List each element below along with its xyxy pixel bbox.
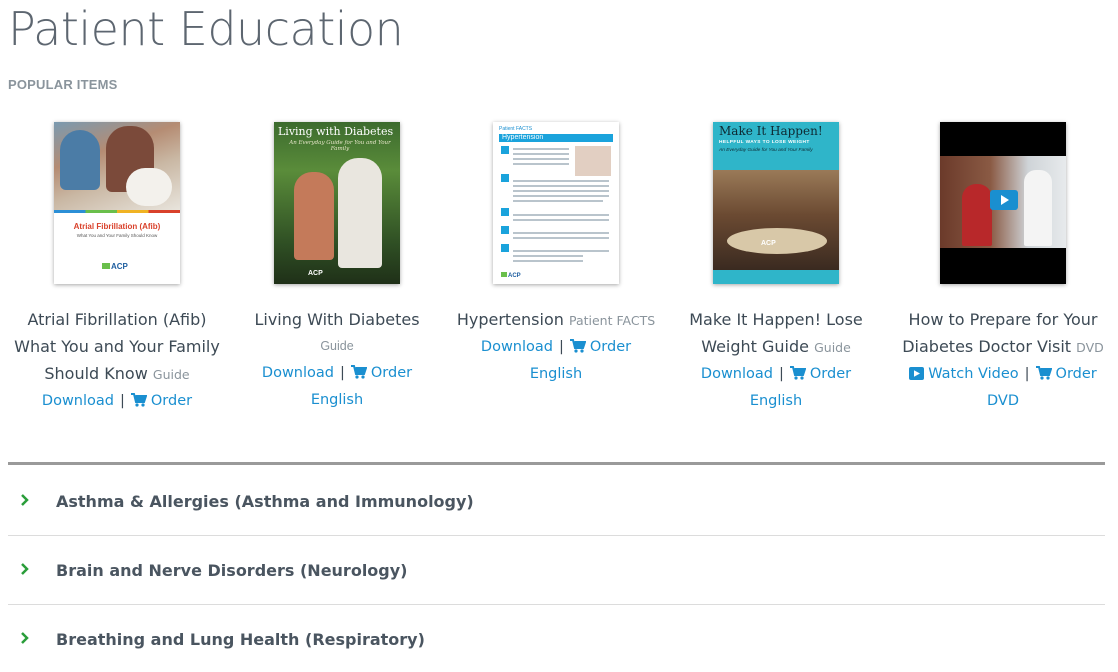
hypertension-facts-cover[interactable]: Patient FACTS Hypertension ACP	[493, 122, 619, 284]
page-title: Patient Education	[8, 2, 404, 56]
afib-cover-color-bar	[54, 210, 180, 213]
accordion-label: Breathing and Lung Health (Respiratory)	[56, 630, 425, 649]
cart-icon	[130, 393, 147, 407]
link-separator: |	[119, 393, 125, 409]
item-title: Hypertension Patient FACTS	[446, 306, 666, 334]
item-title-text[interactable]: Living With Diabetes	[254, 310, 419, 329]
order-link[interactable]: Order	[789, 366, 852, 382]
diabetes-cover-heading: Living with Diabetes	[278, 125, 394, 138]
item-title: Atrial Fibrillation (Afib) What You and …	[7, 306, 227, 388]
accordion-item-brain-nerve[interactable]: Brain and Nerve Disorders (Neurology)	[8, 536, 1105, 605]
popular-item-diabetes-doctor-visit: How to Prepare for Your Diabetes Doctor …	[893, 118, 1113, 415]
link-separator: |	[339, 365, 345, 381]
chevron-right-icon	[21, 632, 29, 644]
format-link[interactable]: DVD	[893, 388, 1113, 415]
diabetes-cover-subheading: An Everyday Guide for You and Your Famil…	[289, 140, 391, 152]
afib-guide-cover[interactable]: Atrial Fibrillation (Afib) What You and …	[54, 122, 180, 284]
family-dinner-photo	[713, 170, 839, 270]
hypertension-cover-title-bar: Hypertension	[499, 134, 613, 142]
order-link[interactable]: Order	[350, 365, 413, 381]
order-link[interactable]: Order	[1035, 366, 1097, 382]
chevron-right-icon	[21, 563, 29, 575]
link-separator: |	[778, 366, 784, 382]
link-separator: |	[1024, 366, 1030, 382]
language-link[interactable]: English	[446, 361, 666, 388]
make-it-happen-cover-subheading: HELPFUL WAYS TO LOSE WEIGHT	[719, 140, 810, 145]
item-type: DVD	[1076, 340, 1104, 355]
order-link-label: Order	[1055, 366, 1097, 382]
popular-item-living-with-diabetes: Living with Diabetes An Everyday Guide f…	[227, 118, 447, 414]
language-link[interactable]: English	[227, 387, 447, 414]
item-title-text[interactable]: Hypertension	[457, 310, 564, 329]
item-links: Download | Order	[666, 361, 886, 388]
order-link-label: Order	[589, 339, 632, 355]
make-it-happen-cover-heading: Make It Happen!	[719, 124, 823, 138]
item-title: Living With Diabetes	[227, 306, 447, 333]
watch-video-link[interactable]: Watch Video	[909, 366, 1019, 382]
item-type: Patient FACTS	[568, 313, 656, 328]
order-link[interactable]: Order	[130, 393, 193, 409]
download-link[interactable]: Download	[481, 339, 553, 355]
afib-cover-photo	[54, 122, 180, 210]
popular-item-afib: Atrial Fibrillation (Afib) What You and …	[7, 118, 227, 415]
watch-video-label: Watch Video	[928, 366, 1019, 382]
order-link-label: Order	[150, 393, 193, 409]
hypertension-cover-kicker: Patient FACTS	[499, 126, 533, 132]
popular-items-label: POPULAR ITEMS	[8, 77, 118, 92]
accordion-label: Brain and Nerve Disorders (Neurology)	[56, 561, 408, 580]
cart-icon	[350, 365, 367, 379]
video-play-icon	[909, 367, 925, 380]
item-title-text[interactable]: How to Prepare for Your Diabetes Doctor …	[902, 310, 1097, 356]
item-type: Guide	[152, 367, 190, 382]
item-links: Download | Order	[7, 388, 227, 415]
cart-icon	[1035, 366, 1052, 380]
item-type: Guide	[814, 340, 851, 355]
order-link-label: Order	[370, 365, 413, 381]
popular-items-list: Atrial Fibrillation (Afib) What You and …	[0, 118, 1118, 418]
video-thumbnail[interactable]	[940, 122, 1066, 284]
item-type: Guide	[320, 339, 354, 353]
popular-item-make-it-happen: Make It Happen! HELPFUL WAYS TO LOSE WEI…	[666, 118, 886, 415]
download-link[interactable]: Download	[701, 366, 773, 382]
afib-cover-heading: Atrial Fibrillation (Afib)	[73, 222, 161, 231]
order-link-label: Order	[809, 366, 852, 382]
accordion-item-breathing-lung[interactable]: Breathing and Lung Health (Respiratory)	[8, 605, 1105, 672]
popular-item-hypertension: Patient FACTS Hypertension ACP Hypertens…	[446, 118, 666, 388]
make-it-happen-guide-cover[interactable]: Make It Happen! HELPFUL WAYS TO LOSE WEI…	[713, 122, 839, 284]
item-links: Download | Order	[227, 360, 447, 387]
accordion-item-asthma-allergies[interactable]: Asthma & Allergies (Asthma and Immunolog…	[8, 467, 1105, 536]
item-links: Download | Order	[446, 334, 666, 361]
order-link[interactable]: Order	[569, 339, 632, 355]
section-divider	[8, 462, 1105, 465]
cart-icon	[789, 366, 806, 380]
blood-pressure-photo	[575, 146, 611, 176]
item-title: How to Prepare for Your Diabetes Doctor …	[893, 306, 1113, 361]
link-separator: |	[558, 339, 564, 355]
acp-logo: ACP	[761, 240, 776, 247]
diabetes-guide-cover[interactable]: Living with Diabetes An Everyday Guide f…	[274, 122, 400, 284]
item-links: Watch Video | Order	[893, 361, 1113, 388]
cart-icon	[569, 339, 586, 353]
make-it-happen-cover-tagline: An Everyday Guide for You and Your Famil…	[719, 148, 813, 153]
afib-cover-subheading: What You and Your Family Should Know	[76, 233, 158, 238]
accordion-label: Asthma & Allergies (Asthma and Immunolog…	[56, 492, 474, 511]
download-link[interactable]: Download	[262, 365, 334, 381]
acp-logo: ACP	[102, 262, 128, 271]
acp-logo: ACP	[308, 270, 323, 277]
language-link[interactable]: English	[666, 388, 886, 415]
acp-logo: ACP	[501, 272, 521, 279]
item-title: Make It Happen! Lose Weight Guide Guide	[666, 306, 886, 361]
chevron-right-icon	[21, 494, 29, 506]
video-play-icon[interactable]	[990, 190, 1018, 210]
download-link[interactable]: Download	[42, 393, 114, 409]
